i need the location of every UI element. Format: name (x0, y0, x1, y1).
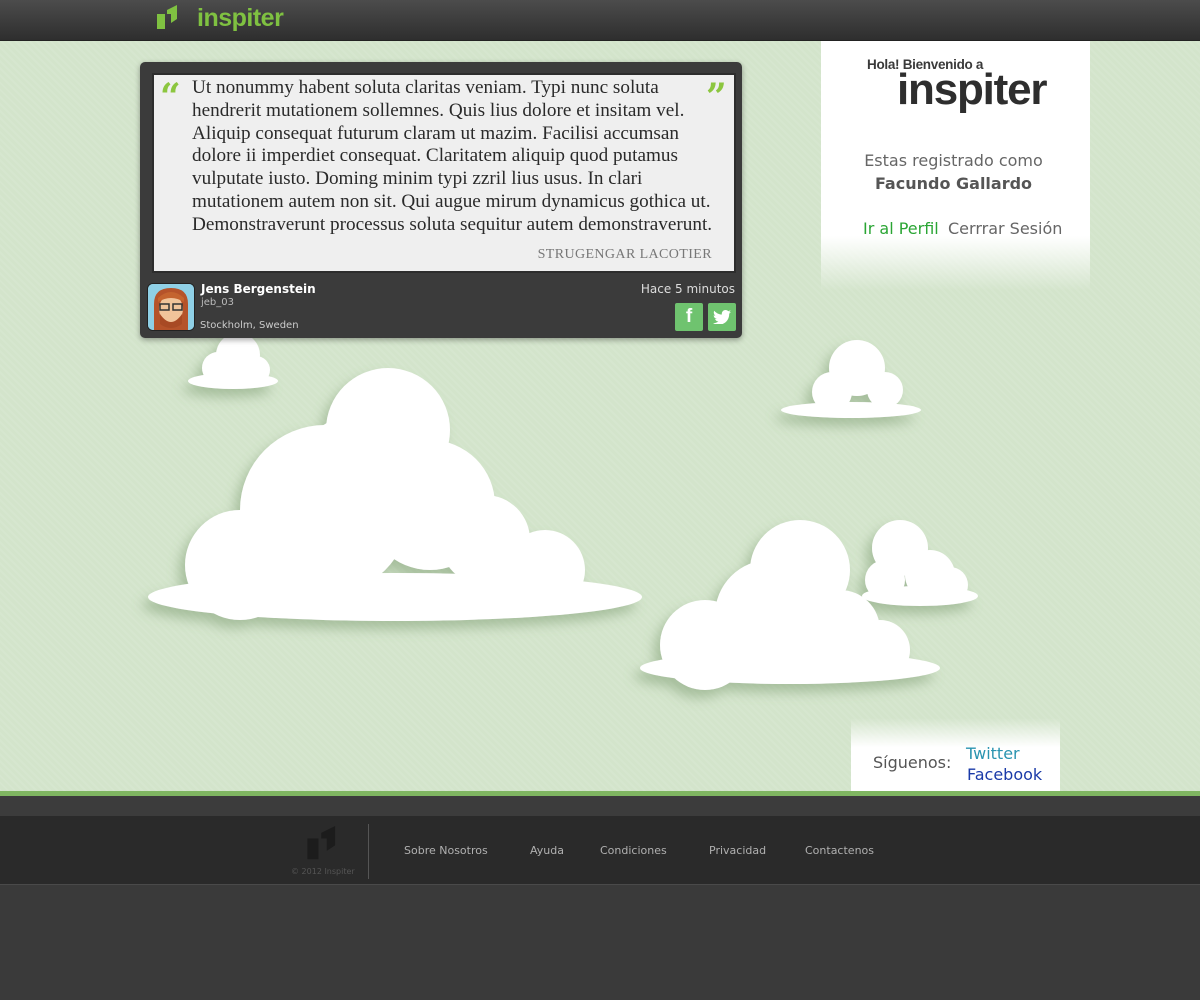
cloud-large (148, 368, 642, 621)
footer-link-help[interactable]: Ayuda (530, 844, 564, 857)
share-facebook-button[interactable]: f (675, 303, 703, 331)
quote-card: “ ” Ut nonummy habent soluta claritas ve… (140, 62, 742, 338)
open-quote-icon: “ (160, 76, 181, 118)
cloud-far-right (862, 520, 978, 606)
quote-author: STRUGENGAR LACOTIER (537, 247, 712, 262)
follow-box: Síguenos: Twitter Facebook (851, 718, 1060, 791)
registered-user-name: Facundo Gallardo (874, 174, 1033, 193)
registered-as-label: Estas registrado como (864, 151, 1043, 170)
user-avatar[interactable] (147, 283, 195, 331)
user-location: Stockholm, Sweden (200, 320, 299, 331)
quote-text: Ut nonummy habent soluta claritas veniam… (192, 77, 713, 235)
logout-link[interactable]: Cerrrar Sesión (948, 219, 1062, 238)
follow-facebook-link[interactable]: Facebook (967, 765, 1042, 784)
twitter-bird-icon (713, 310, 731, 324)
footer: © 2012 Inspiter Sobre Nosotros Ayuda Con… (0, 796, 1200, 885)
page-bottom (0, 885, 1200, 1000)
quote-box: “ ” Ut nonummy habent soluta claritas ve… (152, 73, 736, 273)
footer-link-terms[interactable]: Condiciones (600, 844, 667, 857)
footer-link-privacy[interactable]: Privacidad (709, 844, 766, 857)
share-twitter-button[interactable] (708, 303, 736, 331)
cloud-small-right (781, 340, 921, 418)
user-handle[interactable]: jeb_03 (201, 297, 234, 308)
profile-link[interactable]: Ir al Perfil (863, 219, 939, 238)
welcome-panel: Hola! Bienvenido a inspiter Estas regist… (821, 41, 1090, 291)
footer-copyright: © 2012 Inspiter (291, 867, 355, 876)
follow-label: Síguenos: (873, 753, 952, 772)
footer-link-contact[interactable]: Contactenos (805, 844, 874, 857)
user-name[interactable]: Jens Bergenstein (201, 282, 316, 296)
post-time: Hace 5 minutos (640, 282, 735, 296)
cloud-small-left (188, 333, 278, 389)
footer-divider (368, 824, 369, 879)
footer-link-about[interactable]: Sobre Nosotros (404, 844, 488, 857)
avatar-illustration (148, 284, 194, 330)
follow-twitter-link[interactable]: Twitter (966, 744, 1020, 763)
facebook-icon: f (685, 306, 693, 327)
footer-logo-icon[interactable] (307, 826, 341, 862)
welcome-brand: inspiter (897, 65, 1048, 114)
